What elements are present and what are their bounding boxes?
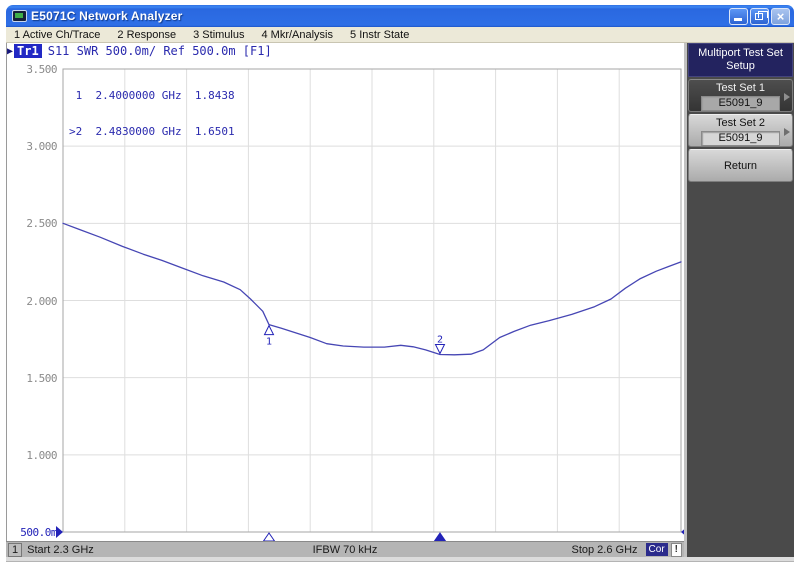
- stop-frequency: Stop 2.6 GHz: [571, 543, 638, 556]
- trace-bar: ▶ Tr1 S11 SWR 500.0m/ Ref 500.0m [F1]: [7, 44, 272, 58]
- marker-readout: 1 2.4000000 GHz 1.8438 >2 2.4830000 GHz …: [69, 66, 235, 162]
- submenu-arrow-icon: [784, 128, 790, 136]
- minimize-icon: [734, 17, 742, 21]
- warning-indicator: !: [670, 542, 682, 557]
- menu-item-mkr-analysis[interactable]: 4 Mkr/Analysis: [261, 29, 333, 41]
- test-set-1-button[interactable]: Test Set 1 E5091_9: [688, 79, 793, 112]
- trace-marker-1-icon: [263, 324, 275, 336]
- test-set-1-label: Test Set 1: [716, 82, 765, 94]
- y-axis-tick-label: 3.500: [26, 63, 57, 76]
- trace-marker-2-icon: [434, 344, 446, 355]
- y-axis-tick-label: 3.000: [26, 140, 57, 154]
- trace-marker-1-number: 1: [266, 337, 272, 348]
- menu-bar: 1 Active Ch/Trace 2 Response 3 Stimulus …: [6, 27, 794, 43]
- cor-indicator: Cor: [645, 543, 668, 556]
- marker-2-stimulus-handle[interactable]: [433, 532, 447, 542]
- y-axis-tick-label: 2.500: [26, 217, 57, 231]
- menu-item-active-ch-trace[interactable]: 1 Active Ch/Trace: [14, 29, 100, 41]
- restore-button[interactable]: [750, 7, 769, 25]
- app-icon: [12, 10, 27, 22]
- y-axis-tick-label: 2.000: [26, 294, 57, 308]
- submenu-arrow-icon: [784, 93, 790, 101]
- active-trace-pointer-icon: ▶: [7, 45, 14, 57]
- chart-panel: 112 3.5003.0002.5002.0001.5001.000500.0m…: [6, 43, 691, 542]
- y-axis-tick-label: 1.500: [26, 371, 57, 385]
- marker-readout-line-1: 1 2.4000000 GHz 1.8438: [69, 89, 235, 102]
- test-set-2-button[interactable]: Test Set 2 E5091_9: [688, 114, 793, 147]
- marker-readout-line-2: >2 2.4830000 GHz 1.6501: [69, 125, 235, 138]
- trace-marker-2-number: 2: [437, 335, 443, 346]
- trace-settings-text: S11 SWR 500.0m/ Ref 500.0m [F1]: [47, 44, 272, 58]
- marker-1-stimulus-handle[interactable]: [262, 532, 276, 542]
- y-axis-tick-label: 500.0m: [20, 526, 57, 539]
- channel-indicator: 1: [8, 542, 23, 557]
- softkey-menu-title: Multiport Test Set Setup: [688, 43, 793, 77]
- menu-item-stimulus[interactable]: 3 Stimulus: [193, 29, 244, 41]
- ref-level-arrow-left[interactable]: [56, 526, 63, 538]
- softkey-sidebar: Multiport Test Set Setup Test Set 1 E509…: [684, 43, 794, 557]
- y-axis-tick-label: 1.000: [26, 448, 57, 462]
- status-bar: 1 Start 2.3 GHz IFBW 70 kHz Stop 2.6 GHz…: [6, 541, 684, 557]
- window-title: E5071C Network Analyzer: [31, 9, 183, 23]
- e5071c-window: E5071C Network Analyzer × 1 Active Ch/Tr…: [0, 0, 800, 567]
- title-bar: E5071C Network Analyzer ×: [6, 5, 794, 27]
- trace-tab-tr1[interactable]: Tr1: [14, 44, 42, 58]
- minimize-button[interactable]: [729, 7, 748, 25]
- test-set-2-value: E5091_9: [701, 131, 780, 146]
- window-bottom-edge: [6, 557, 794, 562]
- return-label: Return: [723, 159, 758, 172]
- return-button[interactable]: Return: [688, 149, 793, 182]
- test-set-1-value: E5091_9: [701, 96, 780, 111]
- start-frequency: Start 2.3 GHz: [27, 543, 94, 556]
- restore-icon: [755, 10, 768, 20]
- close-icon: ×: [776, 8, 785, 24]
- test-set-2-label: Test Set 2: [716, 117, 765, 129]
- menu-item-instr-state[interactable]: 5 Instr State: [350, 29, 409, 41]
- close-button[interactable]: ×: [771, 7, 790, 25]
- menu-item-response[interactable]: 2 Response: [117, 29, 176, 41]
